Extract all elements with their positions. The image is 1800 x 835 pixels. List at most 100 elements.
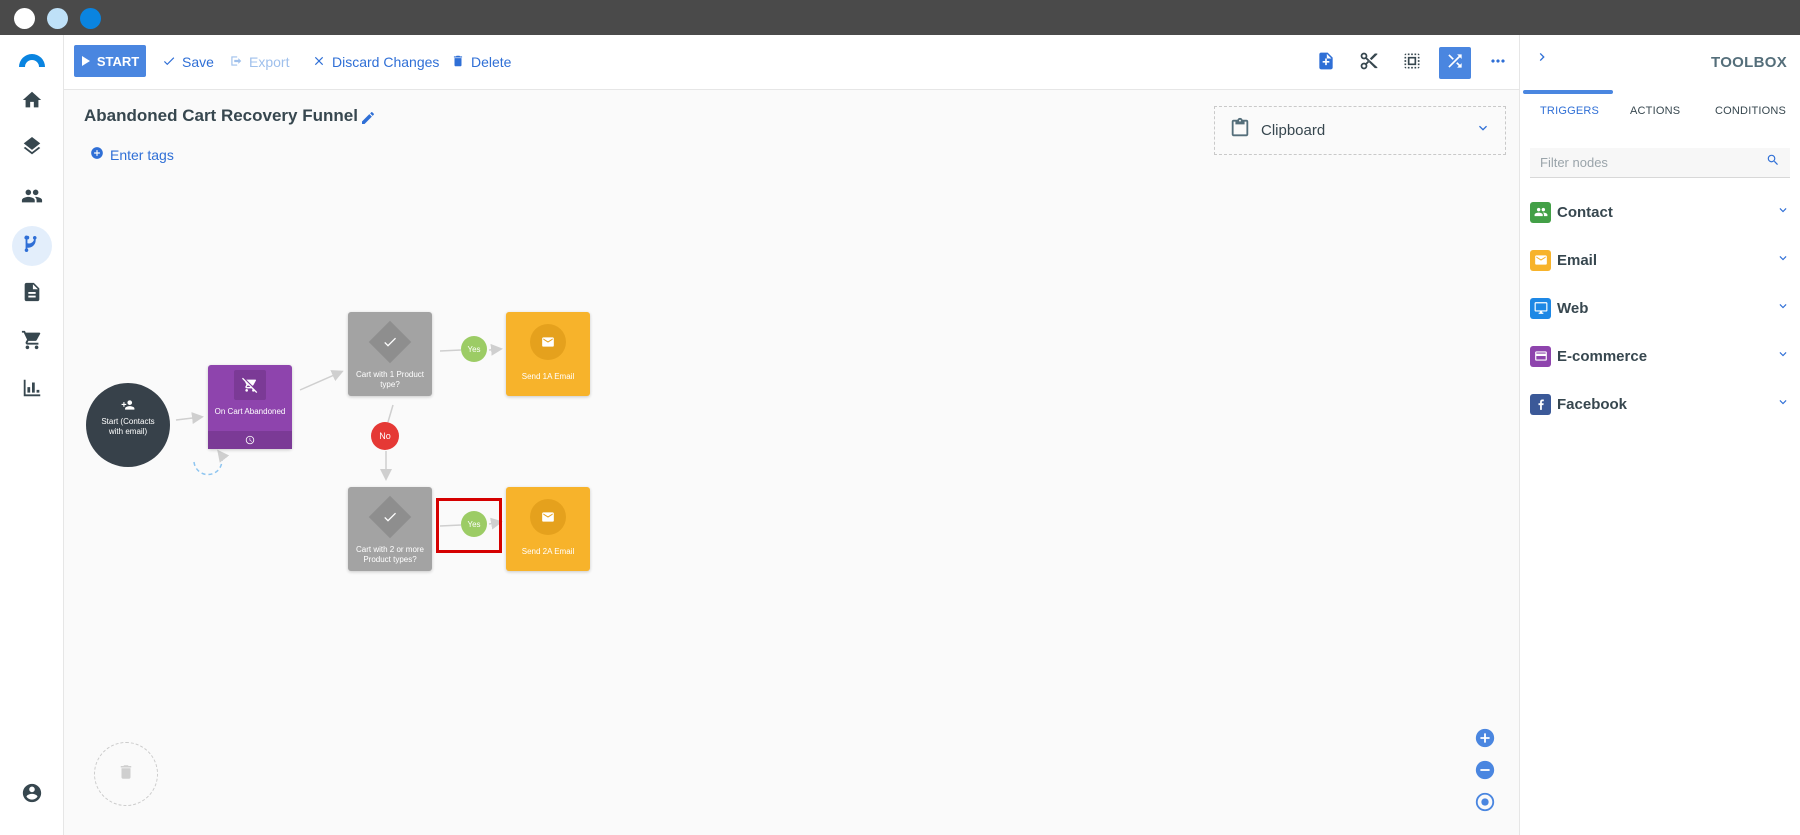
trigger-node-label: On Cart Abandoned <box>214 407 286 416</box>
trash-icon <box>117 763 135 786</box>
yes-branch-badge-2[interactable]: Yes <box>461 511 487 537</box>
nav-ecommerce[interactable] <box>12 322 52 362</box>
condition-node-1[interactable]: Cart with 1 Product type? <box>348 312 432 396</box>
check-icon <box>162 54 176 71</box>
cart-off-icon <box>234 370 266 400</box>
nav-workflows[interactable] <box>12 226 52 266</box>
auto-arrange-icon <box>1445 51 1465 76</box>
zoom-out-button[interactable] <box>1474 759 1496 786</box>
start-button[interactable]: START <box>74 45 146 77</box>
monitor-icon <box>1530 297 1551 319</box>
start-node-label: Start (Contacts with email) <box>101 417 155 437</box>
filter-nodes-input[interactable] <box>1540 155 1766 170</box>
credit-card-icon <box>1530 345 1551 367</box>
window-close-button[interactable] <box>14 8 35 29</box>
nav-home[interactable] <box>12 82 52 122</box>
export-button[interactable]: Export <box>229 46 289 78</box>
save-button[interactable]: Save <box>162 46 214 78</box>
contacts-icon <box>21 185 43 212</box>
window-minimize-button[interactable] <box>47 8 68 29</box>
email-node-2a-label: Send 2A Email <box>521 547 575 556</box>
connector-cond1-no <box>387 404 394 423</box>
chevron-right-icon <box>1534 52 1550 69</box>
people-icon <box>1530 201 1551 223</box>
check-icon <box>381 509 399 525</box>
start-node[interactable]: Start (Contacts with email) <box>86 383 170 467</box>
start-button-label: START <box>96 53 140 69</box>
scissors-icon <box>1359 51 1379 76</box>
zoom-in-button[interactable] <box>1474 727 1496 754</box>
tab-conditions[interactable]: CONDITIONS <box>1715 105 1786 117</box>
envelope-icon <box>530 324 566 360</box>
delete-button-label: Delete <box>471 54 512 70</box>
category-ecommerce[interactable]: E-commerce <box>1530 342 1790 370</box>
connector-trigger-cond1 <box>299 370 344 391</box>
toolbox-header: TOOLBOX <box>1520 35 1800 94</box>
play-icon <box>81 54 91 69</box>
zoom-out-icon <box>1474 759 1496 786</box>
trash-drop-zone[interactable] <box>94 742 158 806</box>
discard-changes-label: Discard Changes <box>332 54 440 70</box>
active-tab-indicator <box>1523 90 1613 94</box>
email-node-2a[interactable]: Send 2A Email <box>506 487 590 571</box>
nav-layers[interactable] <box>12 130 52 170</box>
chevron-down-icon <box>1776 347 1790 366</box>
trigger-node-cart-abandoned[interactable]: On Cart Abandoned <box>208 365 292 449</box>
nav-account[interactable] <box>12 775 52 815</box>
delete-button[interactable]: Delete <box>451 46 511 78</box>
connector-trigger-loop <box>193 449 230 476</box>
center-view-button[interactable] <box>1474 791 1496 818</box>
more-button[interactable] <box>1482 47 1514 79</box>
category-email[interactable]: Email <box>1530 246 1790 274</box>
export-icon <box>229 54 243 71</box>
cut-button[interactable] <box>1353 47 1385 79</box>
chevron-down-icon <box>1776 251 1790 270</box>
add-node-button[interactable] <box>1310 47 1342 79</box>
condition-node-1-label: Cart with 1 Product type? <box>355 370 425 390</box>
target-icon <box>1474 791 1496 818</box>
nav-documents[interactable] <box>12 274 52 314</box>
discard-changes-button[interactable]: Discard Changes <box>312 46 439 78</box>
clock-icon <box>208 431 292 449</box>
category-contact[interactable]: Contact <box>1530 198 1790 226</box>
search-icon[interactable] <box>1766 153 1780 172</box>
category-contact-label: Contact <box>1557 203 1613 221</box>
window-titlebar <box>0 0 1800 35</box>
category-email-label: Email <box>1557 251 1598 269</box>
toolbox-panel: TOOLBOX TRIGGERS ACTIONS CONDITIONS Cont… <box>1519 35 1800 835</box>
category-facebook-label: Facebook <box>1557 395 1628 413</box>
select-area-button[interactable] <box>1396 47 1428 79</box>
check-icon <box>381 334 399 350</box>
account-icon <box>21 782 43 809</box>
chevron-down-icon <box>1776 395 1790 414</box>
app-logo[interactable] <box>17 50 47 68</box>
tab-triggers[interactable]: TRIGGERS <box>1540 105 1599 117</box>
auto-arrange-button[interactable] <box>1439 47 1471 79</box>
workflow-canvas[interactable]: Abandoned Cart Recovery Funnel Enter tag… <box>64 90 1519 835</box>
nav-analytics[interactable] <box>12 370 52 410</box>
connector-start-trigger <box>175 412 204 425</box>
no-branch-badge[interactable]: No <box>371 422 399 450</box>
analytics-icon <box>21 377 43 404</box>
email-node-1a[interactable]: Send 1A Email <box>506 312 590 396</box>
window-maximize-button[interactable] <box>80 8 101 29</box>
cart-icon <box>21 329 43 356</box>
document-icon <box>21 281 43 308</box>
yes-branch-badge[interactable]: Yes <box>461 336 487 362</box>
condition-node-2[interactable]: Cart with 2 or more Product types? <box>348 487 432 571</box>
connector-cond1-yes <box>439 349 462 352</box>
zoom-in-icon <box>1474 727 1496 754</box>
category-web[interactable]: Web <box>1530 294 1790 322</box>
flow-connections <box>175 343 503 530</box>
home-icon <box>21 89 43 116</box>
more-icon <box>1488 51 1508 76</box>
envelope-icon <box>530 499 566 535</box>
tab-actions[interactable]: ACTIONS <box>1630 105 1680 117</box>
collapse-toolbox-button[interactable] <box>1534 49 1550 65</box>
layers-icon <box>21 136 43 164</box>
nav-contacts[interactable] <box>12 178 52 218</box>
connector-yes-email1 <box>488 343 503 356</box>
workflow-icon <box>21 233 43 260</box>
category-web-label: Web <box>1557 299 1589 317</box>
category-facebook[interactable]: Facebook <box>1530 390 1790 418</box>
